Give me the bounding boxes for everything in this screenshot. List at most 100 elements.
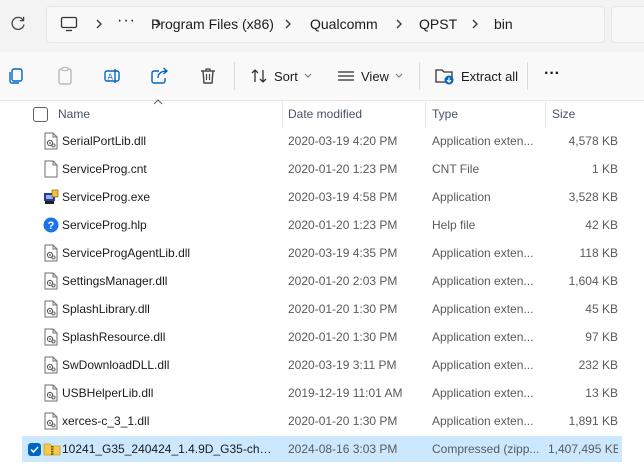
refresh-icon[interactable] xyxy=(8,14,28,34)
share-icon[interactable] xyxy=(150,66,170,86)
file-row[interactable]: ? ServiceProg.hlp 2020-01-20 1:23 PM Hel… xyxy=(22,212,622,238)
file-row[interactable]: xerces-c_3_1.dll 2020-01-20 1:30 PM Appl… xyxy=(22,408,622,434)
search-box[interactable] xyxy=(611,6,644,43)
more-dots-icon: ··· xyxy=(544,65,560,82)
dll-file-icon xyxy=(43,300,59,318)
file-type: Compressed (zipp... xyxy=(432,442,540,456)
help-file-icon: ? xyxy=(43,216,59,234)
column-divider[interactable] xyxy=(282,100,283,128)
column-type[interactable]: Type xyxy=(432,107,458,121)
file-row[interactable]: SettingsManager.dll 2020-01-20 2:03 PM A… xyxy=(22,268,622,294)
checkmark-icon xyxy=(30,446,39,454)
exe-app-icon xyxy=(43,188,59,206)
toolbar-divider xyxy=(527,62,528,90)
file-type: Application exten... xyxy=(432,414,534,428)
file-row[interactable]: SwDownloadDLL.dll 2020-03-19 3:11 PM App… xyxy=(22,352,622,378)
see-more-button[interactable]: ··· xyxy=(544,62,560,86)
file-size: 4,578 KB xyxy=(568,134,618,148)
sort-button[interactable]: Sort xyxy=(250,64,312,88)
dll-file-icon xyxy=(43,132,59,150)
breadcrumb[interactable]: ··· Program Files (x86) Qualcomm QPST bi… xyxy=(46,6,605,43)
dll-file-icon xyxy=(43,384,59,402)
dll-file-icon xyxy=(43,272,59,290)
paste-icon[interactable] xyxy=(55,66,75,86)
extract-all-button[interactable]: Extract all xyxy=(435,64,518,88)
this-pc-icon[interactable] xyxy=(60,16,78,32)
file-name: 10241_G35_240424_1.4.9D_G35-change... xyxy=(62,442,278,456)
breadcrumb-item-qpst[interactable]: QPST xyxy=(419,16,457,32)
breadcrumb-item-bin[interactable]: bin xyxy=(494,16,513,32)
file-date: 2020-01-20 1:30 PM xyxy=(288,414,398,428)
column-size[interactable]: Size xyxy=(552,107,575,121)
file-date: 2020-01-20 1:23 PM xyxy=(288,218,398,232)
zip-folder-icon xyxy=(43,440,61,458)
breadcrumb-item-program-files[interactable]: Program Files (x86) xyxy=(151,16,274,32)
breadcrumb-overflow-button[interactable]: ··· xyxy=(117,12,136,30)
address-bar: ··· Program Files (x86) Qualcomm QPST bi… xyxy=(0,0,644,52)
file-type: Application exten... xyxy=(432,330,534,344)
file-row-selected[interactable]: 10241_G35_240424_1.4.9D_G35-change... 20… xyxy=(22,436,622,462)
file-row[interactable]: ServiceProg.cnt 2020-01-20 1:23 PM CNT F… xyxy=(22,156,622,182)
file-date: 2020-03-19 3:11 PM xyxy=(288,358,397,372)
chevron-right-icon[interactable] xyxy=(393,17,405,31)
file-type: Application xyxy=(432,190,491,204)
file-name: xerces-c_3_1.dll xyxy=(62,414,150,428)
file-row[interactable]: USBHelperLib.dll 2019-12-19 11:01 AM App… xyxy=(22,380,622,406)
file-size: 97 KB xyxy=(585,330,618,344)
file-name: USBHelperLib.dll xyxy=(62,386,154,400)
file-name: SerialPortLib.dll xyxy=(62,134,147,148)
file-row[interactable]: SerialPortLib.dll 2020-03-19 4:20 PM App… xyxy=(22,128,622,154)
dll-file-icon xyxy=(43,412,59,430)
file-row[interactable]: SplashLibrary.dll 2020-01-20 1:30 PM App… xyxy=(22,296,622,322)
breadcrumb-item-qualcomm[interactable]: Qualcomm xyxy=(310,16,378,32)
svg-text:?: ? xyxy=(48,220,55,232)
copy-icon[interactable] xyxy=(6,66,26,86)
file-row[interactable]: ServiceProgAgentLib.dll 2020-03-19 4:35 … xyxy=(22,240,622,266)
toolbar-divider xyxy=(234,62,235,90)
dll-file-icon xyxy=(43,244,59,262)
chevron-right-icon[interactable] xyxy=(282,17,294,31)
file-row[interactable]: ServiceProg.exe 2020-03-19 4:58 PM Appli… xyxy=(22,184,622,210)
dll-file-icon xyxy=(43,328,59,346)
file-size: 45 KB xyxy=(585,302,618,316)
extract-folder-icon xyxy=(435,69,454,85)
view-button[interactable]: View xyxy=(337,64,403,88)
file-type: Application exten... xyxy=(432,274,534,288)
chevron-down-icon xyxy=(395,73,403,78)
file-type: CNT File xyxy=(432,162,480,176)
column-name[interactable]: Name xyxy=(58,107,90,121)
column-divider[interactable] xyxy=(425,100,426,128)
file-date: 2019-12-19 11:01 AM xyxy=(288,386,403,400)
file-name: SplashResource.dll xyxy=(62,330,166,344)
file-type: Help file xyxy=(432,218,476,232)
row-checkbox-checked[interactable] xyxy=(28,443,41,456)
sort-ascending-icon xyxy=(153,99,163,105)
chevron-right-icon[interactable] xyxy=(469,17,481,31)
file-size: 1,407,495 KB xyxy=(548,442,618,456)
file-name: ServiceProg.cnt xyxy=(62,162,147,176)
column-header: Name Date modified Type Size xyxy=(0,99,644,128)
view-label: View xyxy=(361,68,389,84)
delete-icon[interactable] xyxy=(198,66,218,86)
extract-all-label: Extract all xyxy=(461,68,519,84)
file-size: 1,891 KB xyxy=(568,414,618,428)
rename-icon[interactable]: A xyxy=(103,66,123,86)
file-type: Application exten... xyxy=(432,134,534,148)
chevron-right-icon[interactable] xyxy=(93,17,105,31)
file-row[interactable]: SplashResource.dll 2020-01-20 1:30 PM Ap… xyxy=(22,324,622,350)
file-name: SettingsManager.dll xyxy=(62,274,168,288)
file-size: 118 KB xyxy=(579,246,618,260)
file-size: 232 KB xyxy=(578,358,618,372)
select-all-checkbox[interactable] xyxy=(33,107,48,122)
file-size: 1,604 KB xyxy=(568,274,618,288)
generic-file-icon xyxy=(43,160,59,178)
column-date-modified[interactable]: Date modified xyxy=(288,107,362,121)
file-name: ServiceProg.hlp xyxy=(62,218,147,232)
file-name: ServiceProg.exe xyxy=(62,190,151,204)
file-date: 2020-01-20 1:30 PM xyxy=(288,330,398,344)
file-type: Application exten... xyxy=(432,358,534,372)
column-divider[interactable] xyxy=(545,100,546,128)
file-name: SwDownloadDLL.dll xyxy=(62,358,170,372)
file-type: Application exten... xyxy=(432,386,534,400)
file-name: ServiceProgAgentLib.dll xyxy=(62,246,191,260)
